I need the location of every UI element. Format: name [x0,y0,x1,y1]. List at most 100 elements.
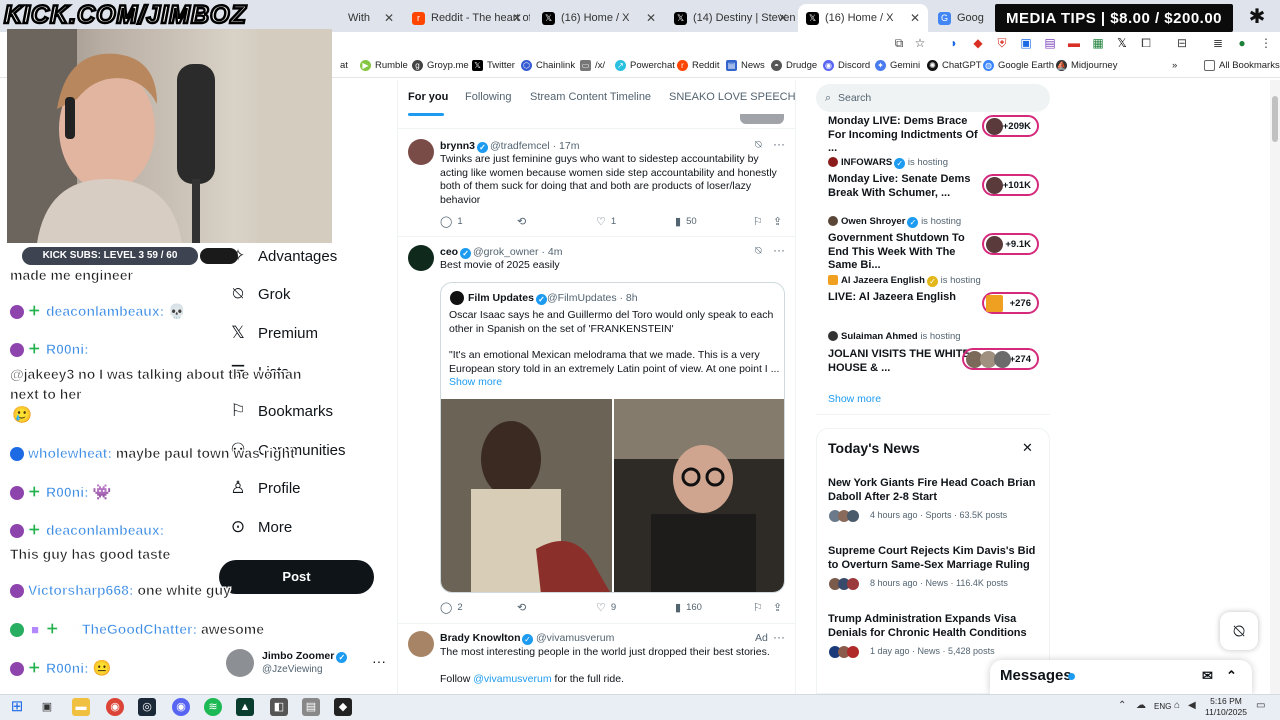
tab-stream-content-timeline[interactable]: Stream Content Timeline [530,91,651,103]
bookmark-item[interactable]: ◉ Discord [823,60,870,71]
app-icon[interactable]: ▲ [236,698,254,716]
media-icon[interactable]: ≣ [1210,35,1226,51]
all-bookmarks[interactable]: All Bookmarks [1204,60,1280,71]
chevron-up-icon[interactable]: ⌃ [1226,660,1237,692]
space-title[interactable]: Government Shutdown To End This Week Wit… [828,232,978,273]
new-posts-pill[interactable] [740,114,784,124]
space-listeners-pill[interactable]: +276 [982,292,1039,314]
views-button[interactable]: ▮ 50 [675,215,697,228]
close-icon[interactable]: ✕ [1022,440,1033,456]
app-icon[interactable]: ◆ [334,698,352,716]
tweet-author[interactable]: brynn3 ✓ [440,140,489,153]
extension-icon[interactable]: ▣ [1018,35,1034,51]
bookmark-item[interactable]: ◍ Google Earth [983,60,1054,71]
windows-start-icon[interactable]: ⊞ [8,698,26,716]
more-dots-icon[interactable]: ··· [372,653,386,669]
tab-following[interactable]: Following [465,91,511,103]
task-view-icon[interactable]: ▣ [38,698,56,716]
nav-premium[interactable]: 𝕏 Premium [228,321,318,345]
views-button[interactable]: ▮ 160 [675,601,702,614]
sidebar-icon[interactable]: ⊟ [1174,35,1190,51]
close-tab-icon[interactable]: ✕ [910,11,920,25]
tab-sneako-love-speech[interactable]: SNEAKO LOVE SPEECH [669,91,796,103]
compose-message-icon[interactable]: ✉ [1202,660,1213,692]
space-title[interactable]: Monday Live: Senate Dems Break With Schu… [828,173,978,200]
extension-icon[interactable]: ▤ [1042,35,1058,51]
news-item-title[interactable]: Supreme Court Rejects Kim Davis's Bid to… [828,545,1038,572]
browser-tab[interactable]: With ✕ [340,4,402,32]
reply-button[interactable]: ◯ 1 [440,215,463,228]
news-item-title[interactable]: Trump Administration Expands Visa Denial… [828,613,1038,640]
chrome-icon[interactable]: ◉ [106,698,124,716]
browser-tab[interactable]: rReddit - The heart of th✕ [404,4,530,32]
bookmark-item[interactable]: ↗ Powerchat [615,60,675,71]
quote-tweet-card[interactable]: Film Updates ✓ @FilmUpdates · 8h Oscar Is… [440,282,785,593]
space-listeners-pill[interactable]: +101K [982,174,1039,196]
notification-icon[interactable]: ▭ [1256,700,1265,711]
tray-overflow-icon[interactable]: ⌃ [1118,700,1126,711]
extension-icon[interactable]: ▦ [1090,35,1106,51]
like-button[interactable]: ♡ 9 [596,601,616,614]
reply-button[interactable]: ◯ 2 [440,601,463,614]
tweet-handle[interactable]: @tradfemcel · 17m [490,140,579,152]
avatar[interactable] [408,245,434,271]
x-icon[interactable]: 𝕏 [1114,35,1130,51]
search-input[interactable]: ⌕ Search [816,84,1050,112]
like-button[interactable]: ♡ 1 [596,215,616,228]
repost-button[interactable]: ⟲ [517,601,531,614]
avatar[interactable] [408,139,434,165]
close-tab-icon[interactable]: ✕ [512,11,522,25]
file-explorer-icon[interactable]: ▬ [72,698,90,716]
close-tab-icon[interactable]: ✕ [384,11,394,25]
app-icon[interactable]: ◧ [270,698,288,716]
network-icon[interactable]: ⌂ [1174,700,1180,711]
space-title[interactable]: Monday LIVE: Dems Brace For Incoming Ind… [828,115,978,156]
language-indicator[interactable]: ENG [1154,702,1171,711]
tweet-handle[interactable]: ✓ @vivamusverum [520,632,614,645]
grok-analyze-icon[interactable]: ⍉ [755,245,762,258]
tweet-handle[interactable]: @grok_owner · 4m [473,246,562,258]
bookmark-item[interactable]: g Groyp.me [412,60,469,71]
nav-grok[interactable]: ⍉ Grok [228,282,291,306]
browser-tab[interactable]: 𝕏 (16) Home / X ✕ [534,4,664,32]
tab-for-you[interactable]: For you [408,91,448,103]
mention-link[interactable]: @vivamusverum [473,673,551,685]
show-more-link[interactable]: Show more [828,393,881,405]
more-dots-icon[interactable]: ··· [773,630,785,644]
volume-icon[interactable]: ◀ [1188,700,1196,711]
browser-tab[interactable]: 𝕏(14) Destiny | Steven Bo✕ [666,4,796,32]
extensions-puzzle-icon[interactable]: ⧠ [1138,35,1154,51]
bookmark-button[interactable]: ⚐ [753,215,768,228]
repost-button[interactable]: ⟲ [517,215,531,228]
bookmark-button[interactable]: ⚐ [753,601,768,614]
nav-bookmarks[interactable]: ⚐ Bookmarks [228,399,333,423]
bookmark-item[interactable]: ▤ News [726,60,765,71]
space-listeners-pill[interactable]: +209K [982,115,1039,137]
avatar[interactable] [408,631,434,657]
steam-icon[interactable]: ◎ [138,698,156,716]
messages-drawer[interactable]: Messages ✉ ⌃ [990,660,1252,694]
space-listeners-pill[interactable]: +274 [962,348,1039,370]
more-dots-icon[interactable]: ··· [773,243,785,257]
scrollbar-thumb[interactable] [1272,96,1278,142]
space-title[interactable]: LIVE: Al Jazeera English [828,291,978,305]
extension-icon[interactable]: ◗ [946,35,962,51]
account-switcher[interactable]: Jimbo Zoomer ✓ @JzeViewing ··· [226,647,396,683]
bookmark-item[interactable]: 𝕏 Twitter [472,60,515,71]
nav-profile[interactable]: ♙ Profile [228,476,300,500]
close-tab-icon[interactable]: ✕ [778,11,788,25]
app-icon[interactable]: ▤ [302,698,320,716]
grok-floating-button[interactable]: ⍉ [1220,612,1258,650]
browser-tab[interactable]: G Goog [930,4,994,32]
bookmark-item[interactable]: ▭ /x/ [580,60,605,71]
scrollbar[interactable] [1270,80,1280,694]
news-item-title[interactable]: New York Giants Fire Head Coach Brian Da… [828,477,1038,504]
nav-more[interactable]: ⊙ More [228,515,292,539]
install-app-icon[interactable]: ⧉ [891,35,907,51]
bookmark-item[interactable]: ⛵ Midjourney [1056,60,1117,71]
taskbar-clock[interactable]: 5:16 PM 11/10/2025 [1202,696,1250,718]
menu-kebab-icon[interactable]: ⋮ [1258,35,1274,51]
bookmark-item[interactable]: r Reddit [677,60,719,71]
more-dots-icon[interactable]: ··· [773,137,785,151]
bookmark-item[interactable]: ⬡ Chainlink [521,60,575,71]
